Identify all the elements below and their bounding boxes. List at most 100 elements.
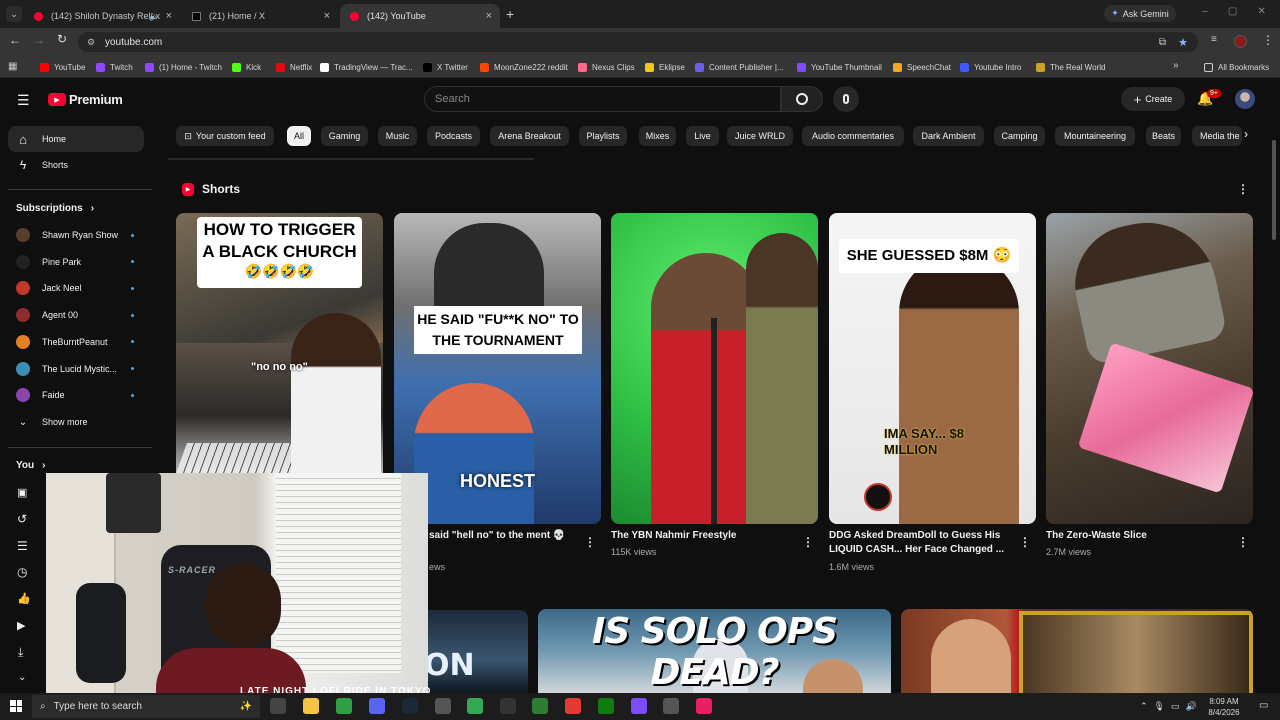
close-tab-icon[interactable]: × bbox=[486, 10, 492, 22]
new-tab-button[interactable]: + bbox=[506, 6, 514, 22]
tab-list-chevron-icon[interactable]: ⌄ bbox=[6, 6, 22, 22]
microphone-tray-icon[interactable]: 🎙 bbox=[1154, 701, 1165, 712]
bookmark-item[interactable]: Nexus Clips bbox=[578, 60, 635, 74]
terminal-icon[interactable] bbox=[336, 698, 352, 714]
shorts-section-menu-icon[interactable]: ⋮ bbox=[1237, 182, 1249, 196]
filter-chip[interactable]: Live bbox=[686, 126, 719, 146]
tiktok-icon[interactable] bbox=[696, 698, 712, 714]
your-channel-icon[interactable]: ▣ bbox=[17, 486, 27, 499]
voice-search-button[interactable] bbox=[833, 86, 859, 112]
hamburger-menu-icon[interactable]: ☰ bbox=[17, 92, 30, 109]
account-avatar[interactable] bbox=[1235, 89, 1255, 109]
bookmark-item[interactable]: Kick bbox=[232, 60, 261, 74]
filter-chip[interactable]: Mixes bbox=[639, 126, 676, 146]
minimize-icon[interactable]: – bbox=[1202, 6, 1208, 20]
filter-chip[interactable]: Dark Ambient bbox=[913, 126, 984, 146]
short-title[interactable]: The Zero-Waste Slice bbox=[1046, 529, 1231, 543]
video-thumbnail-portrait[interactable] bbox=[901, 609, 1253, 693]
keyboard-app-icon[interactable] bbox=[435, 698, 451, 714]
sidebar-subscription[interactable]: Faide bbox=[8, 382, 144, 408]
chips-next-chevron-icon[interactable]: › bbox=[1244, 127, 1248, 141]
sidebar-item-shorts[interactable]: ϟ Shorts bbox=[8, 152, 144, 178]
address-bar[interactable]: ⚙ youtube.com ⧉ ★ bbox=[78, 32, 1198, 52]
youtube-premium-logo[interactable]: ▶ Premium bbox=[48, 92, 123, 107]
filter-chip[interactable]: All bbox=[287, 126, 311, 146]
tray-chevron-icon[interactable]: ⌃ bbox=[1140, 701, 1148, 712]
filter-chip[interactable]: Podcasts bbox=[427, 126, 480, 146]
filter-chip[interactable]: Arena Breakout bbox=[490, 126, 569, 146]
maximize-icon[interactable]: ▢ bbox=[1228, 6, 1237, 20]
more-bookmarks-icon[interactable]: » bbox=[1173, 60, 1179, 71]
bookmark-star-icon[interactable]: ★ bbox=[1178, 36, 1188, 49]
sidebar-subscription[interactable]: Shawn Ryan Show bbox=[8, 222, 144, 248]
reload-icon[interactable]: ↻ bbox=[57, 32, 67, 46]
tab-youtube[interactable]: (142) YouTube × bbox=[340, 4, 500, 28]
clock[interactable]: 8:09 AM 8/4/2026 bbox=[1204, 696, 1244, 718]
search-button[interactable] bbox=[781, 86, 823, 112]
subscriptions-heading[interactable]: Subscriptions › bbox=[16, 203, 94, 214]
discord-icon[interactable] bbox=[369, 698, 385, 714]
playlists-icon[interactable]: ☰ bbox=[17, 539, 28, 553]
bookmark-item[interactable]: YouTube Thumbnail bbox=[797, 60, 882, 74]
short-card-zero-waste[interactable] bbox=[1046, 213, 1253, 524]
chrome-icon[interactable] bbox=[467, 698, 483, 714]
ask-gemini-button[interactable]: ✦ Ask Gemini bbox=[1104, 5, 1176, 22]
search-input[interactable]: Search bbox=[424, 86, 781, 112]
bookmark-item[interactable]: Youtube Intro bbox=[960, 60, 1021, 74]
back-icon[interactable]: ← bbox=[9, 33, 21, 47]
bookmark-item[interactable]: Eklipse bbox=[645, 60, 685, 74]
close-tab-icon[interactable]: × bbox=[324, 10, 330, 22]
site-info-icon[interactable]: ⚙ bbox=[87, 37, 95, 48]
your-videos-icon[interactable]: ▶ bbox=[17, 619, 25, 632]
filter-chip[interactable]: Mountaineering bbox=[1055, 126, 1135, 146]
filter-chip[interactable]: Playlists bbox=[579, 126, 627, 146]
sidebar-subscription[interactable]: Agent 00 bbox=[8, 302, 144, 328]
bookmark-item[interactable]: Twitch bbox=[96, 60, 133, 74]
create-button[interactable]: + Create bbox=[1121, 87, 1185, 111]
short-card-ybn[interactable] bbox=[611, 213, 818, 524]
profile-icon[interactable] bbox=[1234, 35, 1247, 48]
apps-grid-icon[interactable]: ▦ bbox=[8, 61, 17, 72]
video-thumbnail-lofi[interactable]: ON bbox=[420, 610, 528, 693]
bookmark-item[interactable]: X Twitter bbox=[423, 60, 468, 74]
you-heading[interactable]: You › bbox=[16, 460, 46, 471]
watch-later-icon[interactable]: ◷ bbox=[17, 565, 27, 579]
history-icon[interactable]: ↺ bbox=[17, 512, 27, 526]
sidebar-expand-icon[interactable]: ⌄ bbox=[18, 672, 26, 683]
bookmark-item[interactable]: The Real World bbox=[1036, 60, 1105, 74]
settings-icon[interactable] bbox=[663, 698, 679, 714]
sidebar-subscription[interactable]: The Lucid Mystic... bbox=[8, 356, 144, 382]
sidebar-subscription[interactable]: Pine Park bbox=[8, 249, 144, 275]
grid-app-icon[interactable] bbox=[631, 698, 647, 714]
bookmark-item[interactable]: MoonZone222 reddit bbox=[480, 60, 568, 74]
all-bookmarks-folder[interactable]: All Bookmarks bbox=[1204, 60, 1269, 74]
bookmark-item[interactable]: (1) Home - Twitch bbox=[145, 60, 222, 74]
filter-chip[interactable]: Beats bbox=[1146, 126, 1181, 146]
close-window-icon[interactable]: ✕ bbox=[1257, 6, 1265, 20]
tab-x-home[interactable]: (21) Home / X × bbox=[182, 4, 338, 28]
bookmark-item[interactable]: Netflix bbox=[276, 60, 312, 74]
filter-chip[interactable]: Juice WRLD bbox=[727, 126, 793, 146]
filter-chip[interactable]: Gaming bbox=[321, 126, 368, 146]
short-menu-icon[interactable]: ⋮ bbox=[1019, 535, 1031, 549]
windows-start-icon[interactable] bbox=[10, 700, 22, 712]
app-icon[interactable] bbox=[500, 698, 516, 714]
show-more-button[interactable]: ⌄ Show more bbox=[8, 409, 144, 435]
downloads-icon[interactable]: ⤓ bbox=[18, 645, 23, 660]
bookmark-item[interactable]: YouTube bbox=[40, 60, 85, 74]
filter-chip[interactable]: Audio commentaries bbox=[802, 126, 904, 146]
xbox-icon[interactable] bbox=[598, 698, 614, 714]
filter-chip[interactable]: ⊡ Your custom feed bbox=[176, 126, 274, 146]
filter-chip[interactable]: Camping bbox=[994, 126, 1045, 146]
close-tab-icon[interactable]: × bbox=[166, 10, 172, 22]
speaker-icon[interactable]: 🔈 bbox=[149, 11, 160, 22]
liked-videos-icon[interactable]: 👍 bbox=[17, 592, 31, 605]
video-thumbnail-solo-ops[interactable]: IS SOLO OPS DEAD? bbox=[538, 609, 891, 693]
red-app-icon[interactable] bbox=[565, 698, 581, 714]
page-scrollbar[interactable] bbox=[1272, 140, 1276, 240]
chart-app-icon[interactable] bbox=[532, 698, 548, 714]
short-card-ddg[interactable]: SHE GUESSED $8M 😳 IMA SAY... $8 MILLION bbox=[829, 213, 1036, 524]
sidebar-subscription[interactable]: Jack Neel bbox=[8, 275, 144, 301]
short-title[interactable]: The YBN Nahmir Freestyle bbox=[611, 529, 796, 543]
network-icon[interactable]: ▭ bbox=[1171, 701, 1180, 712]
